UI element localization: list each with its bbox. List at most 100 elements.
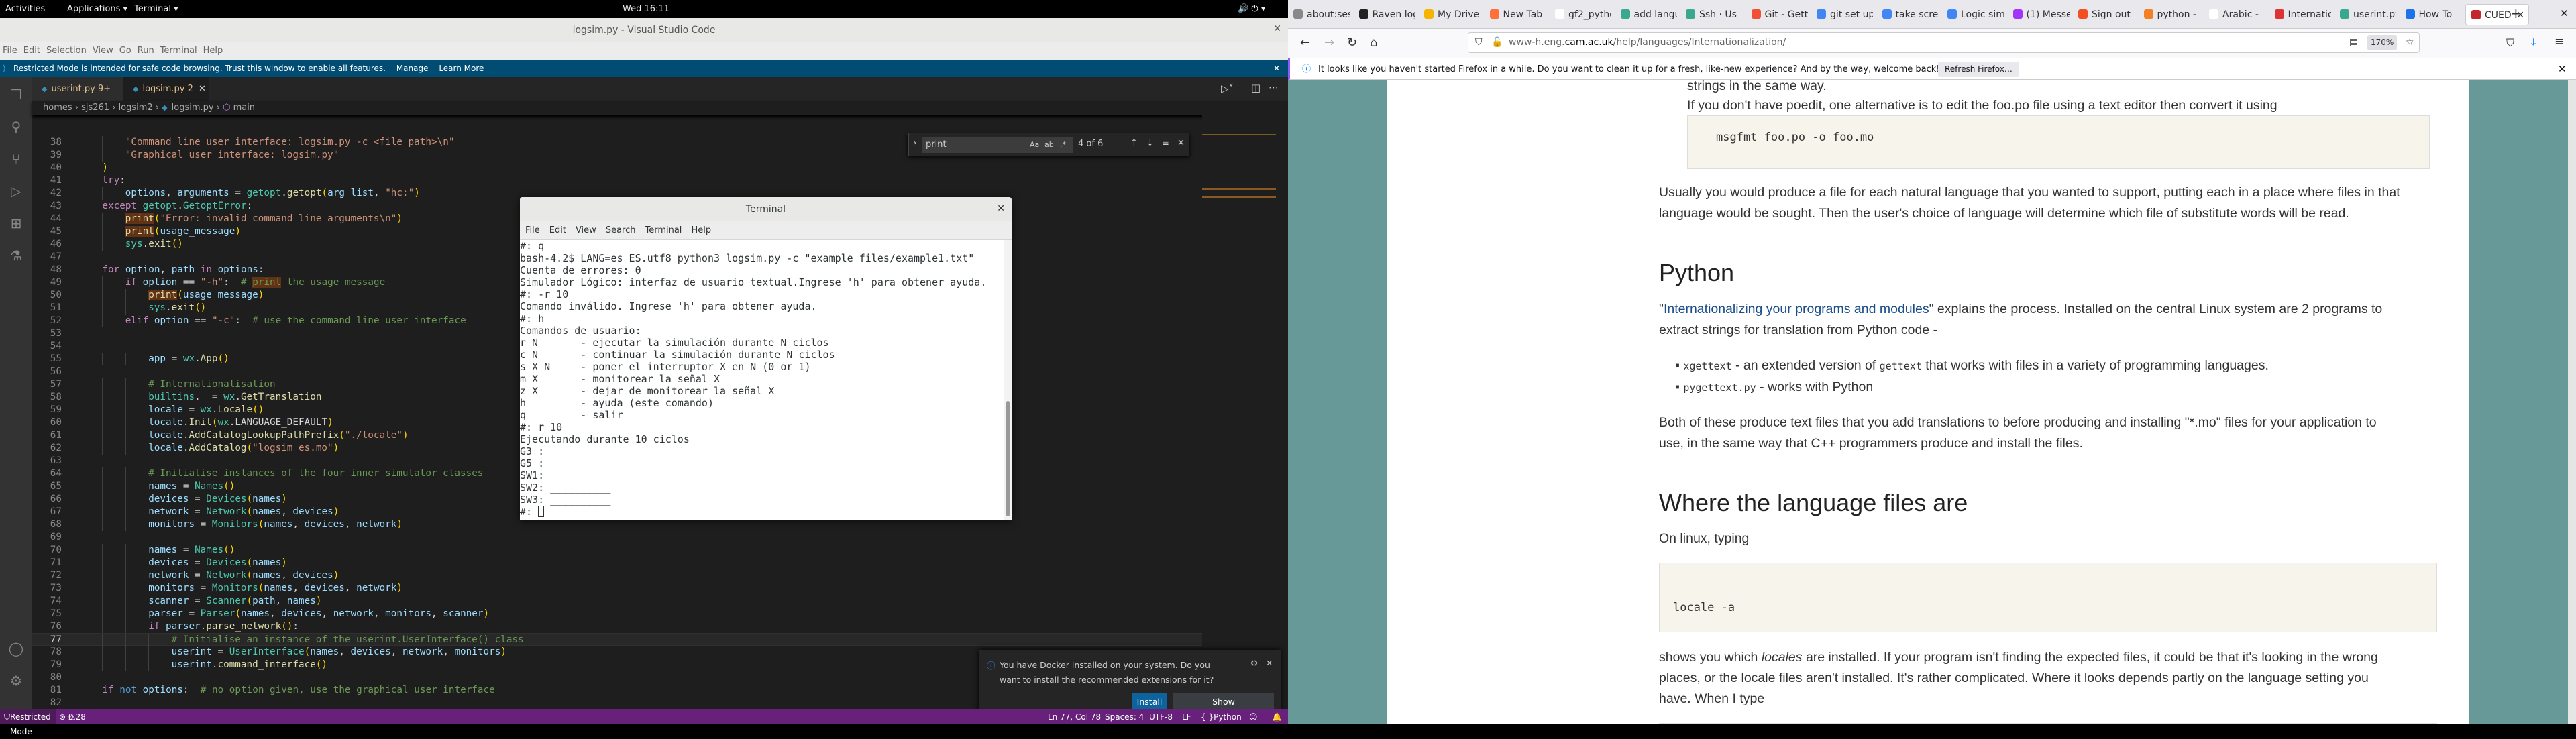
learn-more-link[interactable]: Learn More [439, 64, 484, 73]
testing-icon[interactable]: ⚗ [8, 247, 24, 264]
whole-word-toggle[interactable]: ab [1044, 137, 1054, 153]
tab-userint[interactable]: ◆ userint.py 9+ [32, 77, 123, 101]
notifications-bell-icon[interactable]: 🔔 [1272, 709, 1282, 724]
scrollbar-thumb[interactable] [1006, 401, 1010, 516]
browser-tab[interactable]: Raven login [1354, 4, 1415, 25]
split-editor-icon[interactable]: ◫ [1251, 82, 1260, 94]
forward-icon[interactable]: → [1324, 36, 1334, 50]
browser-tab[interactable]: gf2_python [1550, 4, 1611, 25]
show-recommendations-button[interactable]: Show Recommendations [1173, 693, 1274, 726]
browser-tab[interactable]: Ssh · Us [1680, 4, 1742, 25]
code-line[interactable]: 41 try: [32, 174, 1202, 187]
back-icon[interactable]: ← [1300, 36, 1310, 50]
menu-terminal[interactable]: Terminal [160, 46, 197, 56]
language-mode[interactable]: { } Python [1201, 709, 1242, 724]
code-line[interactable]: 68 monitors = Monitors(names, devices, ne… [32, 518, 1202, 531]
code-line[interactable]: 70 names = Names() [32, 544, 1202, 557]
browser-tab[interactable]: (1) Messenger [2008, 4, 2070, 25]
settings-gear-icon[interactable]: ⚙ [8, 673, 24, 689]
terminal-app-menu[interactable]: Terminal ▾ [134, 4, 178, 14]
app-menu-icon[interactable]: ≡ [2555, 35, 2564, 48]
menu-terminal[interactable]: Terminal [645, 225, 682, 235]
system-menu-icons[interactable]: 🔊 ⏻ ▾ [1238, 4, 1265, 14]
close-notice-icon[interactable]: ✕ [2558, 58, 2567, 80]
menu-search[interactable]: Search [606, 225, 636, 235]
browser-tab[interactable]: How To [2400, 4, 2462, 25]
close-icon[interactable]: ✕ [1273, 23, 1281, 34]
run-python-icon[interactable]: ▷˅ [1221, 82, 1234, 95]
reload-icon[interactable]: ↻ [1347, 36, 1357, 50]
code-line[interactable]: 71 devices = Devices(names) [32, 557, 1202, 569]
menu-edit[interactable]: Edit [549, 225, 566, 235]
code-line[interactable]: 72 network = Network(names, devices) [32, 569, 1202, 582]
menu-go[interactable]: Go [119, 46, 131, 56]
crumb-file[interactable]: logsim.py [172, 103, 214, 113]
close-window-icon[interactable]: ✕ [2560, 7, 2569, 19]
home-icon[interactable]: ⌂ [1370, 36, 1377, 50]
indentation[interactable]: Spaces: 4 [1105, 709, 1144, 724]
more-actions-icon[interactable]: ⋯ [1269, 81, 1279, 93]
account-icon[interactable]: ◯ [8, 640, 24, 657]
refresh-firefox-button[interactable]: Refresh Firefox… [1938, 62, 2019, 77]
browser-tab[interactable]: userint.py [2334, 4, 2396, 25]
toggle-replace-icon[interactable]: › [913, 138, 916, 148]
code-line[interactable]: 40) [32, 162, 1202, 174]
pocket-icon[interactable]: ⛉ [2506, 36, 2514, 50]
menu-help[interactable]: Help [203, 46, 223, 56]
previous-match-icon[interactable]: ↑ [1130, 138, 1138, 148]
new-tab-button[interactable]: + [2510, 5, 2522, 21]
menu-edit[interactable]: Edit [23, 46, 40, 56]
find-in-selection-icon[interactable]: ≡ [1162, 138, 1169, 148]
feedback-icon[interactable]: ☺ [1249, 709, 1258, 724]
browser-tab[interactable]: python - [2139, 4, 2200, 25]
search-icon[interactable]: ⚲ [8, 119, 24, 135]
code-line[interactable]: 74 scanner = Scanner(path, names) [32, 595, 1202, 608]
browser-tab[interactable]: Logic simulator [1942, 4, 2004, 25]
internationalizing-link[interactable]: Internationalizing your programs and mod… [1664, 302, 1929, 317]
browser-tab[interactable]: take screenshot [1877, 4, 1939, 25]
browser-tab[interactable]: add language [1615, 4, 1677, 25]
browser-tab[interactable]: New Tab [1485, 4, 1546, 25]
problems-indicator[interactable]: ⊗ 0 ⚠ 28 [59, 709, 86, 724]
code-line[interactable]: 69 [32, 531, 1202, 544]
downloads-icon[interactable]: ⤓ [2531, 36, 2536, 49]
encoding[interactable]: UTF-8 [1149, 709, 1173, 724]
tab-logsim[interactable]: ◆ logsim.py 2 ✕ [123, 77, 209, 101]
terminal-scrollbar[interactable] [1004, 240, 1012, 520]
end-of-line[interactable]: LF [1182, 709, 1191, 724]
crumb-sjs261[interactable]: sjs261 [81, 103, 109, 113]
notification-settings-icon[interactable]: ⚙ [1250, 658, 1258, 668]
close-banner-icon[interactable]: ✕ [1273, 60, 1280, 77]
browser-tab[interactable]: Internationalization [2269, 4, 2331, 25]
close-terminal-icon[interactable]: ✕ [997, 203, 1005, 214]
source-control-icon[interactable]: ⑂ [8, 151, 24, 167]
code-line[interactable]: 77 # Initialise an instance of the userin… [32, 633, 1202, 646]
browser-tab[interactable]: Arabic - [2204, 4, 2265, 25]
menu-selection[interactable]: Selection [46, 46, 87, 56]
close-tab-icon[interactable]: ✕ [199, 84, 206, 94]
bookmark-star-icon[interactable]: ☆ [2406, 33, 2414, 52]
menu-file[interactable]: File [3, 46, 17, 56]
insecure-lock-icon[interactable]: 🔓 [1491, 33, 1503, 52]
reader-view-icon[interactable]: ▤ [2349, 33, 2358, 52]
applications-menu[interactable]: Applications ▾ [67, 4, 127, 14]
zoom-level-button[interactable]: 170% [2367, 35, 2398, 50]
terminal-output[interactable]: #: q bash-4.2$ LANG=es_ES.utf8 python3 lo… [520, 240, 1004, 520]
page-scrollbar[interactable] [2568, 80, 2576, 724]
browser-tab[interactable]: about:sessionrestore [1288, 4, 1350, 25]
browser-tab[interactable]: Sign out [2073, 4, 2135, 25]
run-debug-icon[interactable]: ▷ [8, 183, 24, 199]
menu-run[interactable]: Run [138, 46, 154, 56]
crumb-symbol[interactable]: main [233, 103, 255, 113]
clock[interactable]: Wed 16:11 [623, 4, 669, 14]
browser-tab[interactable]: My Drive [1419, 4, 1481, 25]
tracking-shield-icon[interactable]: ⛉ [1475, 33, 1483, 52]
browser-tab[interactable]: Git - Getting [1746, 4, 1808, 25]
manage-link[interactable]: Manage [396, 64, 429, 73]
menu-file[interactable]: File [525, 225, 540, 235]
menu-view[interactable]: View [576, 225, 596, 235]
close-find-icon[interactable]: ✕ [1177, 138, 1185, 148]
match-case-toggle[interactable]: Aa [1030, 137, 1039, 153]
activities-button[interactable]: Activities [5, 4, 45, 14]
regex-toggle[interactable]: .* [1060, 137, 1066, 153]
